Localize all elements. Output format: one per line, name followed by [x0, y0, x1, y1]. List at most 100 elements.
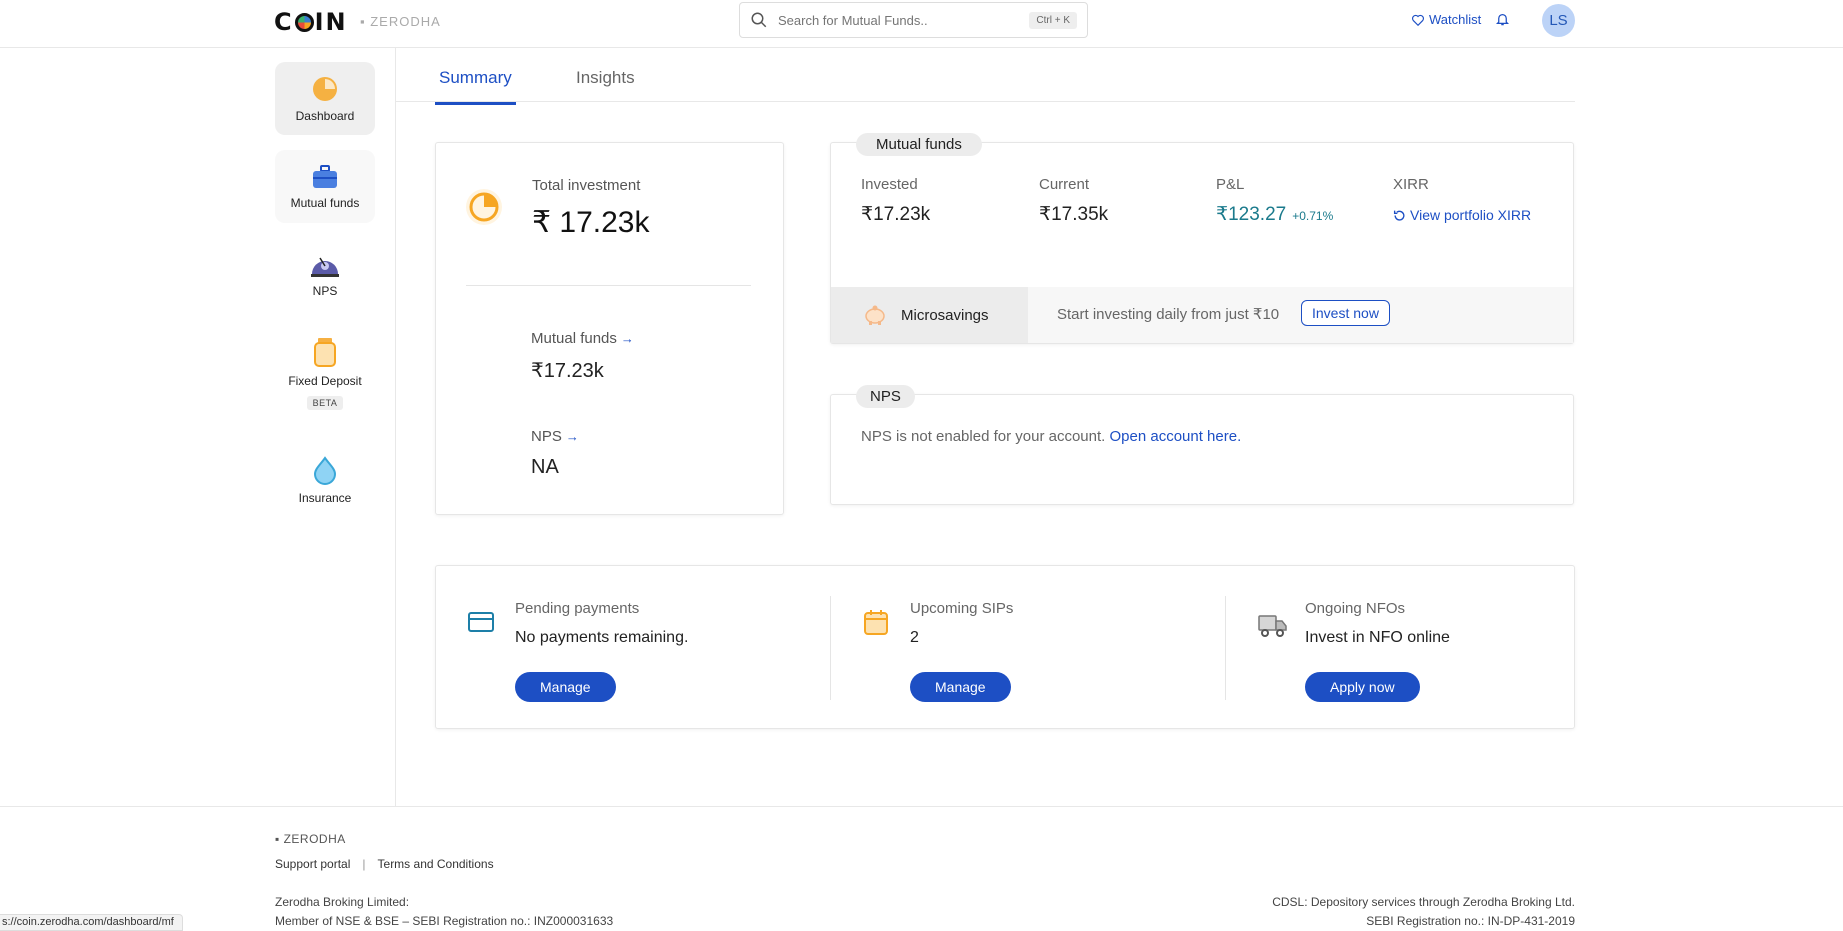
- tab-bar: Summary Insights: [396, 48, 1575, 105]
- sidebar-item-label: NPS: [312, 283, 338, 298]
- top-header: CIN ▪ ZERODHA Ctrl + K Watchlist LS: [0, 0, 1843, 48]
- invested-label: Invested: [861, 176, 918, 193]
- piggy-bank-icon: [865, 305, 885, 325]
- microsavings-label-box: Microsavings: [831, 287, 1028, 343]
- pl-value: ₹123.27: [1216, 204, 1287, 225]
- footer-left-line1: Zerodha Broking Limited:: [275, 895, 410, 909]
- footer-left-line2: Member of NSE & BSE – SEBI Registration …: [275, 914, 614, 928]
- manage-sips-button[interactable]: Manage: [910, 672, 1011, 702]
- bell-icon[interactable]: [1495, 11, 1510, 32]
- open-account-link[interactable]: Open account here.: [1109, 428, 1241, 445]
- arrow-right-icon: →: [565, 429, 579, 444]
- divider: [466, 285, 751, 286]
- coin-logo[interactable]: C IN: [274, 8, 348, 36]
- drop-icon: [313, 455, 337, 485]
- invested-value: ₹17.23k: [861, 204, 931, 225]
- heart-icon: [1412, 14, 1424, 26]
- sidebar-item-dashboard[interactable]: Dashboard: [275, 62, 375, 135]
- tab-summary[interactable]: Summary: [435, 68, 516, 105]
- footer-brand-text: ZERODHA: [283, 832, 346, 846]
- terms-link[interactable]: Terms and Conditions: [378, 857, 494, 871]
- footer-right-line2: SEBI Registration no.: IN-DP-431-2019: [1366, 914, 1575, 928]
- tab-insights[interactable]: Insights: [576, 68, 635, 102]
- invest-now-button[interactable]: Invest now: [1301, 300, 1390, 326]
- refresh-icon: [1393, 210, 1405, 221]
- pie-chart-icon: [313, 76, 337, 101]
- sidebar-item-label: Fixed Deposit: [288, 374, 362, 388]
- nps-icon: [311, 257, 339, 277]
- status-url-bar: s://coin.zerodha.com/dashboard/mf: [0, 914, 183, 931]
- xirr-col: XIRR View portfolio XIRR: [1393, 176, 1531, 223]
- total-investment-value: ₹ 17.23k: [532, 206, 650, 239]
- support-portal-link[interactable]: Support portal: [275, 857, 350, 871]
- nps-message-text: NPS is not enabled for your account.: [861, 428, 1106, 445]
- footer-brand: ▪ ZERODHA: [275, 832, 346, 846]
- current-col: Current ₹17.35k: [1039, 176, 1108, 226]
- view-xirr-link[interactable]: View portfolio XIRR: [1393, 207, 1531, 223]
- nps-total-link[interactable]: NPS →: [531, 428, 579, 445]
- nps-total-label: NPS: [531, 428, 562, 445]
- sidebar-item-insurance[interactable]: Insurance: [275, 443, 375, 516]
- calendar-icon: [864, 610, 888, 635]
- current-value: ₹17.35k: [1039, 204, 1109, 225]
- ongoing-nfos-desc: Invest in NFO online: [1305, 629, 1450, 646]
- jar-icon: [314, 338, 336, 367]
- search-input[interactable]: [778, 12, 1030, 28]
- pending-payments-desc: No payments remaining.: [515, 629, 689, 646]
- watchlist-label: Watchlist: [1429, 12, 1482, 27]
- pl-col: P&L ₹123.27 +0.71%: [1216, 176, 1333, 226]
- mutual-funds-title: Mutual funds: [856, 133, 982, 156]
- nps-message: NPS is not enabled for your account. Ope…: [861, 428, 1241, 445]
- total-investment-label: Total investment: [532, 177, 641, 194]
- sidebar-item-label: Dashboard: [295, 108, 355, 123]
- footer-links: Support portal | Terms and Conditions: [275, 857, 494, 871]
- footer-right-line1: CDSL: Depository services through Zerodh…: [1272, 895, 1575, 909]
- manage-payments-button[interactable]: Manage: [515, 672, 616, 702]
- card-icon: [468, 612, 494, 632]
- pl-percent: +0.71%: [1292, 209, 1334, 223]
- sidebar-item-nps[interactable]: NPS: [275, 238, 375, 311]
- nps-card: NPS is not enabled for your account. Ope…: [830, 394, 1574, 505]
- sidebar-item-fixed-deposit[interactable]: Fixed Deposit BETA: [275, 328, 375, 418]
- pl-value-row: ₹123.27 +0.71%: [1216, 203, 1333, 226]
- sidebar-item-label: Insurance: [298, 490, 352, 505]
- nps-total-value: NA: [531, 456, 559, 478]
- zerodha-brand: ▪ ZERODHA: [360, 14, 441, 29]
- search-icon: [751, 12, 767, 28]
- footer-depository-info: CDSL: Depository services through Zerodh…: [1237, 893, 1575, 931]
- mutual-funds-card: Invested ₹17.23k Current ₹17.35k P&L ₹12…: [830, 142, 1574, 344]
- mf-total-value: ₹17.23k: [531, 360, 604, 382]
- current-label: Current: [1039, 176, 1090, 193]
- footer-link-separator: |: [362, 857, 366, 871]
- beta-badge: BETA: [306, 396, 344, 410]
- search-box[interactable]: Ctrl + K: [739, 2, 1088, 38]
- sidebar: Dashboard Mutual funds NPS Fixed Deposit…: [0, 48, 396, 806]
- pending-payments-label: Pending payments: [515, 600, 640, 617]
- mf-total-link[interactable]: Mutual funds →: [531, 330, 634, 347]
- microsavings-label: Microsavings: [901, 306, 989, 324]
- actions-card: Pending payments No payments remaining. …: [435, 565, 1575, 729]
- footer-company-info: Zerodha Broking Limited: Member of NSE &…: [275, 893, 613, 931]
- avatar[interactable]: LS: [1542, 4, 1575, 37]
- upcoming-sips-label: Upcoming SIPs: [910, 600, 1014, 617]
- arrow-right-icon: →: [620, 331, 634, 346]
- pie-chart-icon: [466, 189, 502, 225]
- footer: ▪ ZERODHA Support portal | Terms and Condi…: [0, 806, 1843, 931]
- mf-total-label: Mutual funds: [531, 330, 617, 347]
- apply-now-button[interactable]: Apply now: [1305, 672, 1420, 702]
- ongoing-nfos-panel: Ongoing NFOs Invest in NFO online Apply …: [1226, 566, 1620, 730]
- sidebar-item-mutual-funds[interactable]: Mutual funds: [275, 150, 375, 223]
- briefcase-icon: [313, 164, 337, 188]
- invested-col: Invested ₹17.23k: [861, 176, 930, 226]
- pl-label: P&L: [1216, 176, 1245, 193]
- microsavings-text: Start investing daily from just ₹10: [1057, 306, 1280, 323]
- microsavings-bar: Microsavings Start investing daily from …: [831, 287, 1573, 343]
- upcoming-sips-count: 2: [910, 629, 919, 646]
- search-shortcut: Ctrl + K: [1029, 11, 1077, 29]
- total-investment-card: Total investment ₹ 17.23k Mutual funds → …: [435, 142, 784, 515]
- nps-title: NPS: [856, 385, 915, 408]
- watchlist-link[interactable]: Watchlist: [1411, 12, 1481, 27]
- ongoing-nfos-label: Ongoing NFOs: [1305, 600, 1406, 617]
- logo-circle-icon: [294, 12, 314, 32]
- pending-payments-panel: Pending payments No payments remaining. …: [436, 566, 830, 730]
